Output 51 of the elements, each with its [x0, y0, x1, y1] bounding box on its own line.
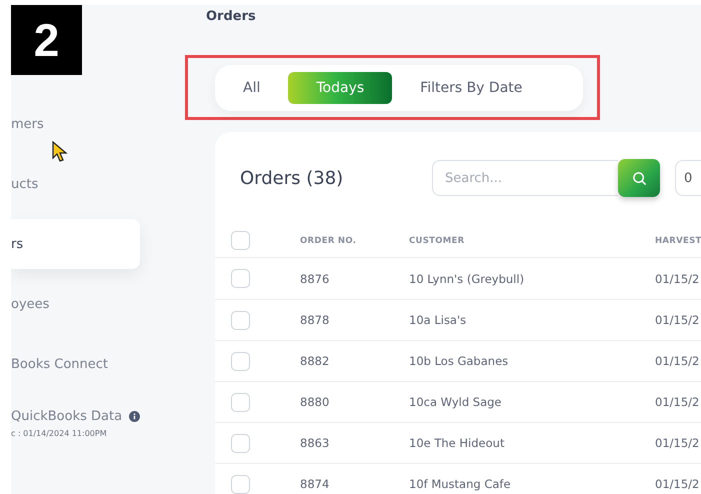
table-cell-text: 8878: [300, 313, 330, 327]
page-title: Orders: [206, 9, 257, 24]
column-header[interactable]: CUSTOMER: [409, 236, 655, 246]
table-cell-text: 01/15/2: [655, 477, 700, 491]
sidebar-item-label: QuickBooks Data: [11, 408, 122, 424]
table-cell-text: 8880: [300, 395, 330, 409]
table-cell-text: 8876: [300, 272, 330, 286]
sidebar-item-label: rs: [11, 236, 24, 252]
row-checkbox[interactable]: [231, 352, 250, 370]
table-cell-text: 01/15/2: [655, 313, 700, 327]
table-cell-text: 10b Los Gabanes: [409, 354, 510, 368]
table-cell-text: 10f Mustang Cafe: [409, 477, 512, 491]
table-cell-text: 10 Lynn's (Greybull): [409, 272, 526, 286]
filter-tab[interactable]: Todays: [288, 72, 392, 104]
sidebar-item[interactable]: mers: [11, 99, 140, 149]
sidebar-item-label: ucts: [11, 176, 38, 192]
step-number-badge: 2: [11, 5, 82, 75]
last-sync-text: c : 01/14/2024 11:00PM: [11, 428, 108, 438]
input-field[interactable]: 0: [675, 160, 701, 196]
sidebar-item[interactable]: ucts: [11, 159, 140, 209]
table-cell-text: 01/15/2: [655, 354, 700, 368]
table-cell-text: 01/15/2: [655, 272, 700, 286]
sidebar-item[interactable]: QuickBooks Data c : 01/14/2024 11:00PM: [11, 399, 140, 447]
table-cell-text: 8882: [300, 354, 330, 368]
select-all-checkbox[interactable]: [231, 231, 250, 250]
sidebar-item[interactable]: Books Connect: [11, 339, 140, 389]
table-cell-text: 8863: [300, 436, 330, 450]
search-button[interactable]: [618, 159, 660, 197]
table-cell-text: 10ca Wyld Sage: [409, 395, 503, 409]
filter-tab[interactable]: Filters By Date: [412, 72, 530, 104]
column-header[interactable]: ORDER NO.: [300, 236, 409, 246]
filter-tab[interactable]: All: [235, 72, 268, 104]
sidebar-item-label: Books Connect: [11, 356, 108, 372]
row-checkbox[interactable]: [231, 310, 250, 330]
table-cell-text: 01/15/2: [655, 395, 700, 409]
sidebar-item-label: mers: [11, 116, 44, 132]
search-field[interactable]: Search...: [432, 160, 618, 196]
card-title: Orders (38): [240, 168, 344, 188]
table-cell-text: 01/15/2: [655, 436, 700, 450]
sidebar-item-label: oyees: [11, 296, 50, 312]
row-checkbox[interactable]: [231, 434, 250, 452]
row-checkbox[interactable]: [231, 269, 250, 288]
table-cell-text: 10a Lisa's: [409, 313, 468, 327]
sidebar-item[interactable]: oyees: [11, 279, 140, 329]
sidebar-item[interactable]: rs: [11, 219, 140, 269]
table-cell-text: 10e The Hideout: [409, 436, 506, 450]
mouse-cursor-icon: [52, 141, 68, 163]
table-cell-text: 8874: [300, 477, 330, 491]
row-checkbox[interactable]: [231, 392, 250, 412]
row-checkbox[interactable]: [231, 474, 250, 494]
search-icon: [632, 170, 646, 186]
